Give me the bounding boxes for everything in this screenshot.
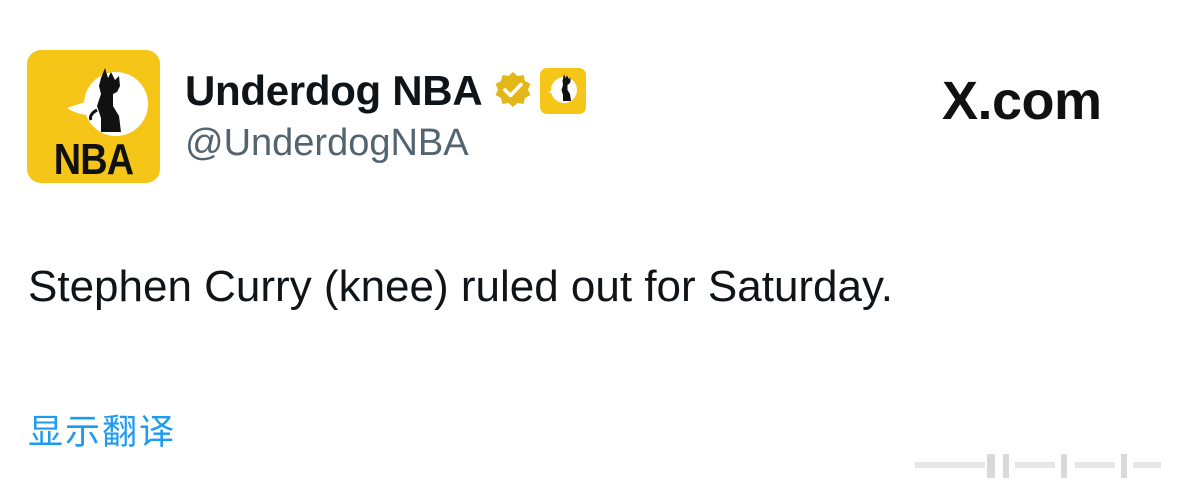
site-label: X.com bbox=[940, 70, 1102, 132]
account-handle[interactable]: @UnderdogNBA bbox=[185, 122, 469, 165]
tweet-text: Stephen Curry (knee) ruled out for Satur… bbox=[28, 262, 893, 311]
verified-badge-icon[interactable] bbox=[492, 70, 534, 112]
avatar[interactable]: NBA bbox=[27, 50, 160, 183]
site-label-text: X.com bbox=[942, 71, 1102, 131]
watermark-logo-icon bbox=[915, 454, 1161, 478]
display-name[interactable]: Underdog NBA bbox=[185, 67, 483, 115]
account-name-row: Underdog NBA bbox=[185, 64, 587, 118]
avatar-nba-text: NBA bbox=[53, 135, 134, 183]
affiliate-badge-icon[interactable] bbox=[540, 68, 587, 114]
show-translation-link[interactable]: 显示翻译 bbox=[28, 404, 176, 455]
